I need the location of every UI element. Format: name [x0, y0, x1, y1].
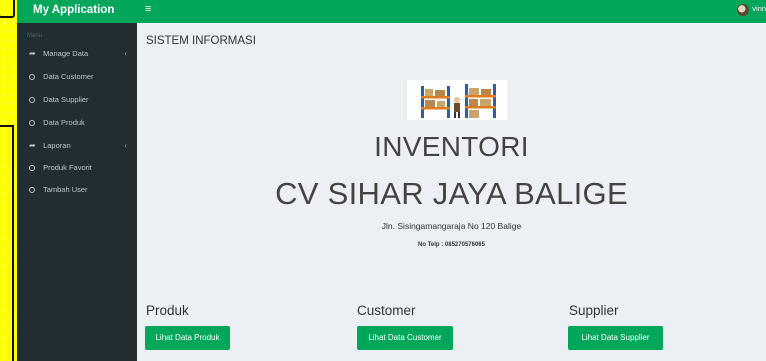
- circle-icon: [29, 120, 35, 126]
- user-name[interactable]: vinn: [752, 4, 766, 13]
- app-window: My Application Menu ➦ Manage Data ‹ Data…: [17, 0, 766, 361]
- lihat-data-supplier-button[interactable]: Lihat Data Supplier: [568, 326, 663, 350]
- desktop-frame-left: [0, 125, 14, 361]
- sidebar-item-laporan[interactable]: ➦ Laporan ‹: [17, 136, 137, 156]
- company-address: Jln. Sisingamangaraja No 120 Balige: [381, 221, 522, 231]
- sidebar-item-label: Data Supplier: [43, 95, 89, 104]
- customer-card-title: Customer: [357, 303, 416, 318]
- circle-icon: [29, 187, 35, 193]
- circle-icon: [29, 97, 35, 103]
- hamburger-menu-icon[interactable]: ≡: [145, 3, 151, 15]
- lihat-data-produk-button[interactable]: Lihat Data Produk: [145, 326, 230, 350]
- top-navbar: ≡ vinn: [137, 0, 766, 23]
- main-content: SISTEM INFORMASI INVENTORI CV SIHAR JAYA…: [137, 23, 766, 361]
- sidebar-item-manage-data[interactable]: ➦ Manage Data ‹: [17, 44, 137, 64]
- sidebar-item-label: Manage Data: [43, 49, 89, 58]
- share-icon: ➦: [29, 49, 36, 58]
- sidebar-item-data-supplier[interactable]: Data Supplier: [17, 90, 137, 110]
- circle-icon: [29, 74, 35, 80]
- desktop-frame-top: [0, 0, 15, 18]
- heading-inventori: INVENTORI: [374, 131, 529, 162]
- circle-icon: [29, 165, 35, 171]
- produk-card-title: Produk: [146, 303, 189, 318]
- avatar[interactable]: [737, 4, 749, 16]
- company-name: CV SIHAR JAYA BALIGE: [275, 176, 628, 211]
- chevron-left-icon: ‹: [124, 49, 127, 58]
- sidebar-item-label: Data Customer: [43, 72, 94, 81]
- lihat-data-customer-button[interactable]: Lihat Data Customer: [357, 326, 453, 350]
- chevron-left-icon: ‹: [124, 141, 127, 150]
- sidebar-item-tambah-user[interactable]: Tambah User: [17, 180, 137, 200]
- menu-header: Menu: [27, 33, 43, 39]
- warehouse-logo-icon: [407, 80, 507, 120]
- sidebar-item-label: Data Produk: [43, 118, 85, 127]
- supplier-card-title: Supplier: [569, 303, 619, 318]
- sidebar: My Application Menu ➦ Manage Data ‹ Data…: [17, 0, 137, 361]
- sidebar-item-data-produk[interactable]: Data Produk: [17, 113, 137, 133]
- sidebar-item-data-customer[interactable]: Data Customer: [17, 67, 137, 87]
- sidebar-item-label: Tambah User: [42, 185, 88, 194]
- brand-logo[interactable]: My Application: [17, 0, 137, 23]
- sidebar-item-label: Laporan: [43, 141, 71, 150]
- company-phone: No Telp : 085270576065: [418, 242, 485, 248]
- sidebar-item-label: Produk Favorit: [43, 163, 92, 172]
- page-title: SISTEM INFORMASI: [146, 35, 256, 47]
- share-icon: ➦: [29, 141, 36, 150]
- sidebar-item-produk-favorit[interactable]: Produk Favorit: [17, 158, 137, 178]
